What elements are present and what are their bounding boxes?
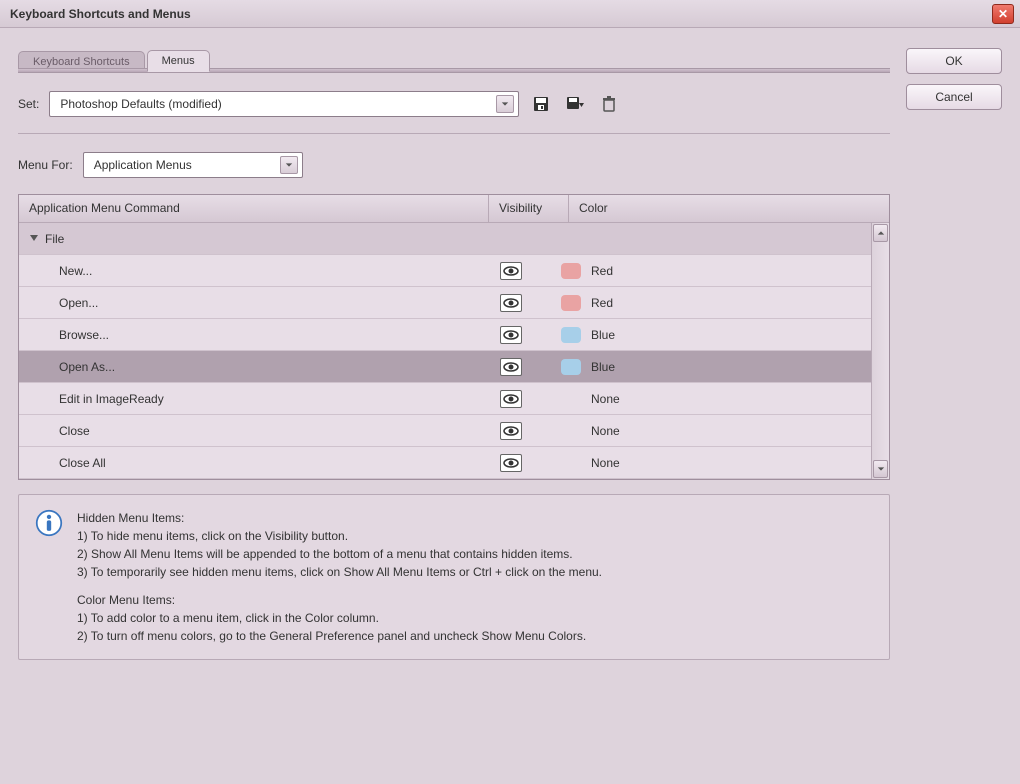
- table-header: Application Menu Command Visibility Colo…: [19, 195, 889, 223]
- eye-icon: [503, 394, 519, 404]
- color-label: None: [591, 456, 620, 470]
- scroll-down[interactable]: [873, 460, 888, 478]
- tab-row: Keyboard Shortcuts Menus: [18, 48, 890, 72]
- color-label: Blue: [591, 360, 615, 374]
- visibility-toggle[interactable]: [500, 422, 522, 440]
- visibility-toggle[interactable]: [500, 262, 522, 280]
- menu-table: Application Menu Command Visibility Colo…: [18, 194, 890, 480]
- trash-icon: [601, 95, 617, 113]
- close-icon: ✕: [998, 7, 1008, 21]
- table-row[interactable]: Open... Red: [19, 287, 889, 319]
- color-label: None: [591, 424, 620, 438]
- divider: [18, 133, 890, 134]
- color-cell[interactable]: None: [551, 392, 871, 406]
- table-row[interactable]: Open As... Blue: [19, 351, 889, 383]
- titlebar: Keyboard Shortcuts and Menus ✕: [0, 0, 1020, 28]
- table-row[interactable]: New... Red: [19, 255, 889, 287]
- group-label: File: [45, 232, 64, 246]
- menu-for-value: Application Menus: [94, 158, 192, 172]
- color-cell[interactable]: Red: [551, 263, 871, 279]
- close-button[interactable]: ✕: [992, 4, 1014, 24]
- table-row[interactable]: Close All None: [19, 447, 889, 479]
- table-row[interactable]: Edit in ImageReady None: [19, 383, 889, 415]
- color-label: Red: [591, 296, 613, 310]
- color-cell[interactable]: None: [551, 424, 871, 438]
- color-swatch[interactable]: [561, 295, 581, 311]
- window-title: Keyboard Shortcuts and Menus: [6, 7, 191, 21]
- table-row[interactable]: Browse... Blue: [19, 319, 889, 351]
- eye-icon: [503, 458, 519, 468]
- scroll-up[interactable]: [873, 224, 888, 242]
- eye-icon: [503, 426, 519, 436]
- scroll-track[interactable]: [872, 243, 889, 459]
- expand-icon: [29, 232, 39, 246]
- cmd-cell: Browse...: [19, 328, 471, 342]
- cmd-cell: Close All: [19, 456, 471, 470]
- table-row[interactable]: Close None: [19, 415, 889, 447]
- visibility-toggle[interactable]: [500, 358, 522, 376]
- scrollbar[interactable]: [871, 223, 889, 479]
- info-color-2: 2) To turn off menu colors, go to the Ge…: [77, 629, 586, 643]
- info-color-title: Color Menu Items:: [77, 593, 175, 607]
- cmd-cell: Edit in ImageReady: [19, 392, 471, 406]
- color-cell[interactable]: None: [551, 456, 871, 470]
- info-hidden-title: Hidden Menu Items:: [77, 511, 184, 525]
- color-swatch[interactable]: [561, 327, 581, 343]
- set-select[interactable]: Photoshop Defaults (modified): [49, 91, 519, 117]
- info-color-1: 1) To add color to a menu item, click in…: [77, 611, 379, 625]
- color-swatch[interactable]: [561, 359, 581, 375]
- save-all-button[interactable]: [563, 93, 587, 115]
- set-value: Photoshop Defaults (modified): [60, 97, 221, 111]
- eye-icon: [503, 266, 519, 276]
- info-hidden-3: 3) To temporarily see hidden menu items,…: [77, 565, 602, 579]
- set-label: Set:: [18, 97, 39, 111]
- visibility-toggle[interactable]: [500, 294, 522, 312]
- info-hidden-2: 2) Show All Menu Items will be appended …: [77, 547, 573, 561]
- caret-icon: [496, 95, 514, 113]
- cmd-cell: Open As...: [19, 360, 471, 374]
- save-set-button[interactable]: [529, 93, 553, 115]
- color-label: Red: [591, 264, 613, 278]
- color-label: Blue: [591, 328, 615, 342]
- col-visibility[interactable]: Visibility: [489, 195, 569, 222]
- color-label: None: [591, 392, 620, 406]
- tab-menus[interactable]: Menus: [147, 50, 210, 72]
- floppy-arrow-icon: [565, 95, 585, 113]
- eye-icon: [503, 330, 519, 340]
- eye-icon: [503, 298, 519, 308]
- info-text: Hidden Menu Items: 1) To hide menu items…: [77, 509, 602, 645]
- cmd-cell: Open...: [19, 296, 471, 310]
- color-cell[interactable]: Blue: [551, 359, 871, 375]
- ok-button[interactable]: OK: [906, 48, 1002, 74]
- eye-icon: [503, 362, 519, 372]
- info-panel: Hidden Menu Items: 1) To hide menu items…: [18, 494, 890, 660]
- visibility-toggle[interactable]: [500, 454, 522, 472]
- info-icon: [35, 509, 63, 537]
- col-color[interactable]: Color: [569, 195, 889, 222]
- cancel-button[interactable]: Cancel: [906, 84, 1002, 110]
- color-cell[interactable]: Red: [551, 295, 871, 311]
- color-swatch[interactable]: [561, 263, 581, 279]
- floppy-icon: [532, 95, 550, 113]
- menu-for-label: Menu For:: [18, 158, 73, 172]
- cmd-cell: New...: [19, 264, 471, 278]
- color-cell[interactable]: Blue: [551, 327, 871, 343]
- visibility-toggle[interactable]: [500, 390, 522, 408]
- visibility-toggle[interactable]: [500, 326, 522, 344]
- col-command[interactable]: Application Menu Command: [19, 195, 489, 222]
- menu-for-select[interactable]: Application Menus: [83, 152, 303, 178]
- cmd-cell: Close: [19, 424, 471, 438]
- group-row-file[interactable]: File: [19, 223, 889, 255]
- delete-set-button[interactable]: [597, 93, 621, 115]
- info-hidden-1: 1) To hide menu items, click on the Visi…: [77, 529, 348, 543]
- caret-icon: [280, 156, 298, 174]
- table-body: File New... Red Open...: [19, 223, 889, 479]
